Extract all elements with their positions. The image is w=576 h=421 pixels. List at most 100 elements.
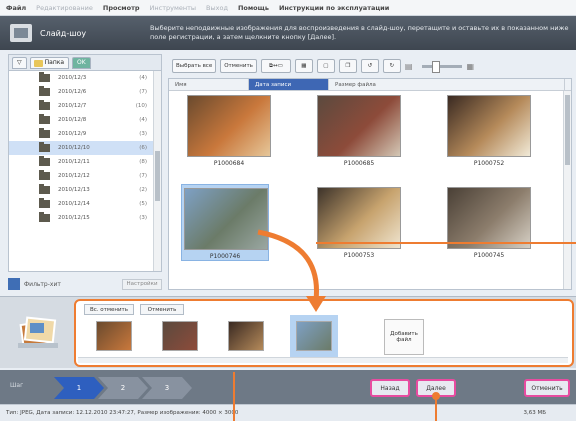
filter-settings-button[interactable]: Настройки: [122, 278, 162, 290]
strip-scrollbar[interactable]: [78, 357, 568, 363]
folder-count: (4): [139, 75, 147, 81]
step-3: 3: [142, 377, 192, 399]
tab-ok[interactable]: OK: [72, 56, 91, 69]
strip-thumbnail[interactable]: [296, 321, 332, 351]
zoom-in-icon[interactable]: ▦: [466, 62, 474, 71]
step-bar: Шаг 1 2 3 Назад Далее Отменить: [0, 370, 576, 404]
folder-icon: [39, 100, 50, 110]
folder-name: 2010/12/12: [58, 173, 90, 179]
thumbnail-item[interactable]: P1000753: [315, 187, 403, 259]
folder-icon: [39, 128, 50, 138]
deselect-all-button[interactable]: Вс. отменить: [84, 304, 134, 315]
folder-item[interactable]: 2010/12/12 (7): [9, 169, 161, 183]
strip-deselect-button[interactable]: Отменить: [140, 304, 184, 315]
folder-item[interactable]: 2010/12/6 (7): [9, 85, 161, 99]
folder-item[interactable]: 2010/12/7 (10): [9, 99, 161, 113]
thumbnail-view-icon[interactable]: ▦: [294, 59, 313, 73]
folder-item[interactable]: 2010/12/13 (2): [9, 183, 161, 197]
zoom-out-icon[interactable]: ▤: [405, 62, 413, 71]
photo-thumbnail: [317, 187, 401, 249]
deselect-button[interactable]: Отменить: [220, 59, 257, 73]
photo-stack-icon: [18, 311, 58, 351]
column-name[interactable]: Имя: [169, 79, 249, 90]
photo-thumbnail: [447, 95, 531, 157]
folder-name: 2010/12/10: [58, 145, 90, 151]
status-file-size: 3,63 МБ: [523, 410, 546, 416]
copy-icon[interactable]: ❐: [338, 59, 357, 73]
column-size[interactable]: Размер файла: [329, 79, 565, 90]
thumbnail-item[interactable]: P1000746: [181, 184, 269, 261]
thumbnail-item[interactable]: P1000684: [185, 95, 273, 167]
tab-folder[interactable]: Папка: [29, 56, 70, 69]
thumbnail-caption: P1000685: [343, 160, 375, 167]
thumbnail-item[interactable]: P1000752: [445, 95, 533, 167]
status-info: Тип: JPEG, Дата записи: 12.12.2010 23:47…: [6, 410, 239, 416]
strip-thumbnail[interactable]: [162, 321, 198, 351]
folder-name: 2010/12/15: [58, 215, 90, 221]
toolbar: Выбрать все Отменить ⧉↔▭ ▦ ▢ ❐ ↺ ↻ ▤ ▦: [168, 56, 572, 76]
menu-file[interactable]: Файл: [6, 4, 26, 12]
menu-edit[interactable]: Редактирование: [36, 4, 93, 12]
folder-item[interactable]: 2010/12/8 (4): [9, 113, 161, 127]
strip-thumbnail[interactable]: [96, 321, 132, 351]
view-toggle-button[interactable]: ▽: [12, 56, 27, 69]
grid-scrollbar[interactable]: [563, 91, 571, 289]
folder-count: (5): [139, 201, 147, 207]
folder-name: 2010/12/13: [58, 187, 90, 193]
view-mode-icon[interactable]: ⧉↔▭: [260, 59, 291, 73]
photo-thumbnail: [317, 95, 401, 157]
step-1: 1: [54, 377, 104, 399]
back-button[interactable]: Назад: [370, 379, 410, 397]
thumbnail-grid: Имя Дата записи Размер файла P1000684 P10…: [168, 78, 572, 290]
folder-name: 2010/12/7: [58, 103, 87, 109]
folder-name: 2010/12/14: [58, 201, 90, 207]
add-file-button[interactable]: Добавить файл: [384, 319, 424, 355]
thumbnail-item[interactable]: P1000745: [445, 187, 533, 259]
column-headers: Имя Дата записи Размер файла: [169, 79, 571, 91]
folder-icon: [39, 198, 50, 208]
folder-item[interactable]: 2010/12/14 (5): [9, 197, 161, 211]
folder-list: 2010/12/3 (4) 2010/12/6 (7) 2010/12/7 (10) 201…: [9, 71, 161, 225]
thumbnail-caption: P1000753: [343, 252, 375, 259]
folder-count: (8): [139, 159, 147, 165]
folder-name: 2010/12/6: [58, 89, 87, 95]
menu-help[interactable]: Помощь: [238, 4, 269, 12]
column-date[interactable]: Дата записи: [249, 79, 329, 90]
folder-item[interactable]: 2010/12/9 (3): [9, 127, 161, 141]
select-all-button[interactable]: Выбрать все: [172, 59, 217, 73]
menu-view[interactable]: Просмотр: [103, 4, 140, 12]
folder-scrollbar[interactable]: [153, 71, 161, 271]
folder-item[interactable]: 2010/12/3 (4): [9, 71, 161, 85]
folder-item[interactable]: 2010/12/10 (6): [9, 141, 161, 155]
menu-tools[interactable]: Инструменты: [150, 4, 197, 12]
zoom-slider[interactable]: [422, 60, 463, 73]
folder-icon: [39, 184, 50, 194]
folder-item[interactable]: 2010/12/11 (8): [9, 155, 161, 169]
folder-name: 2010/12/8: [58, 117, 87, 123]
instructions-text: Выберите неподвижные изображения для вос…: [150, 24, 569, 41]
filter-icon[interactable]: [8, 278, 20, 290]
registration-box[interactable]: Вс. отменить Отменить Добавить файл: [74, 299, 574, 367]
frame-icon[interactable]: ▢: [316, 59, 335, 73]
folder-item[interactable]: 2010/12/15 (3): [9, 211, 161, 225]
next-button[interactable]: Далее: [416, 379, 456, 397]
folder-icon: [39, 86, 50, 96]
folder-tabs: ▽ Папка OK: [9, 55, 161, 71]
folder-panel: ▽ Папка OK 2010/12/3 (4) 2010/12/6 (7) 2010/…: [8, 54, 162, 272]
menu-exit[interactable]: Выход: [206, 4, 228, 12]
photo-thumbnail: [447, 187, 531, 249]
folder-icon: [39, 142, 50, 152]
rotate-left-icon[interactable]: ↺: [360, 59, 379, 73]
step-2: 2: [98, 377, 148, 399]
folder-icon: [39, 72, 50, 82]
slideshow-icon: [10, 24, 32, 42]
thumbnail-item[interactable]: P1000685: [315, 95, 403, 167]
cancel-button[interactable]: Отменить: [524, 379, 570, 397]
photo-thumbnail: [184, 188, 268, 250]
rotate-right-icon[interactable]: ↻: [382, 59, 401, 73]
strip-thumbnail[interactable]: [228, 321, 264, 351]
folder-count: (7): [139, 89, 147, 95]
thumbnail-caption: P1000746: [209, 253, 241, 260]
folder-icon: [39, 212, 50, 222]
menu-manual[interactable]: Инструкции по эксплуатации: [279, 4, 389, 12]
